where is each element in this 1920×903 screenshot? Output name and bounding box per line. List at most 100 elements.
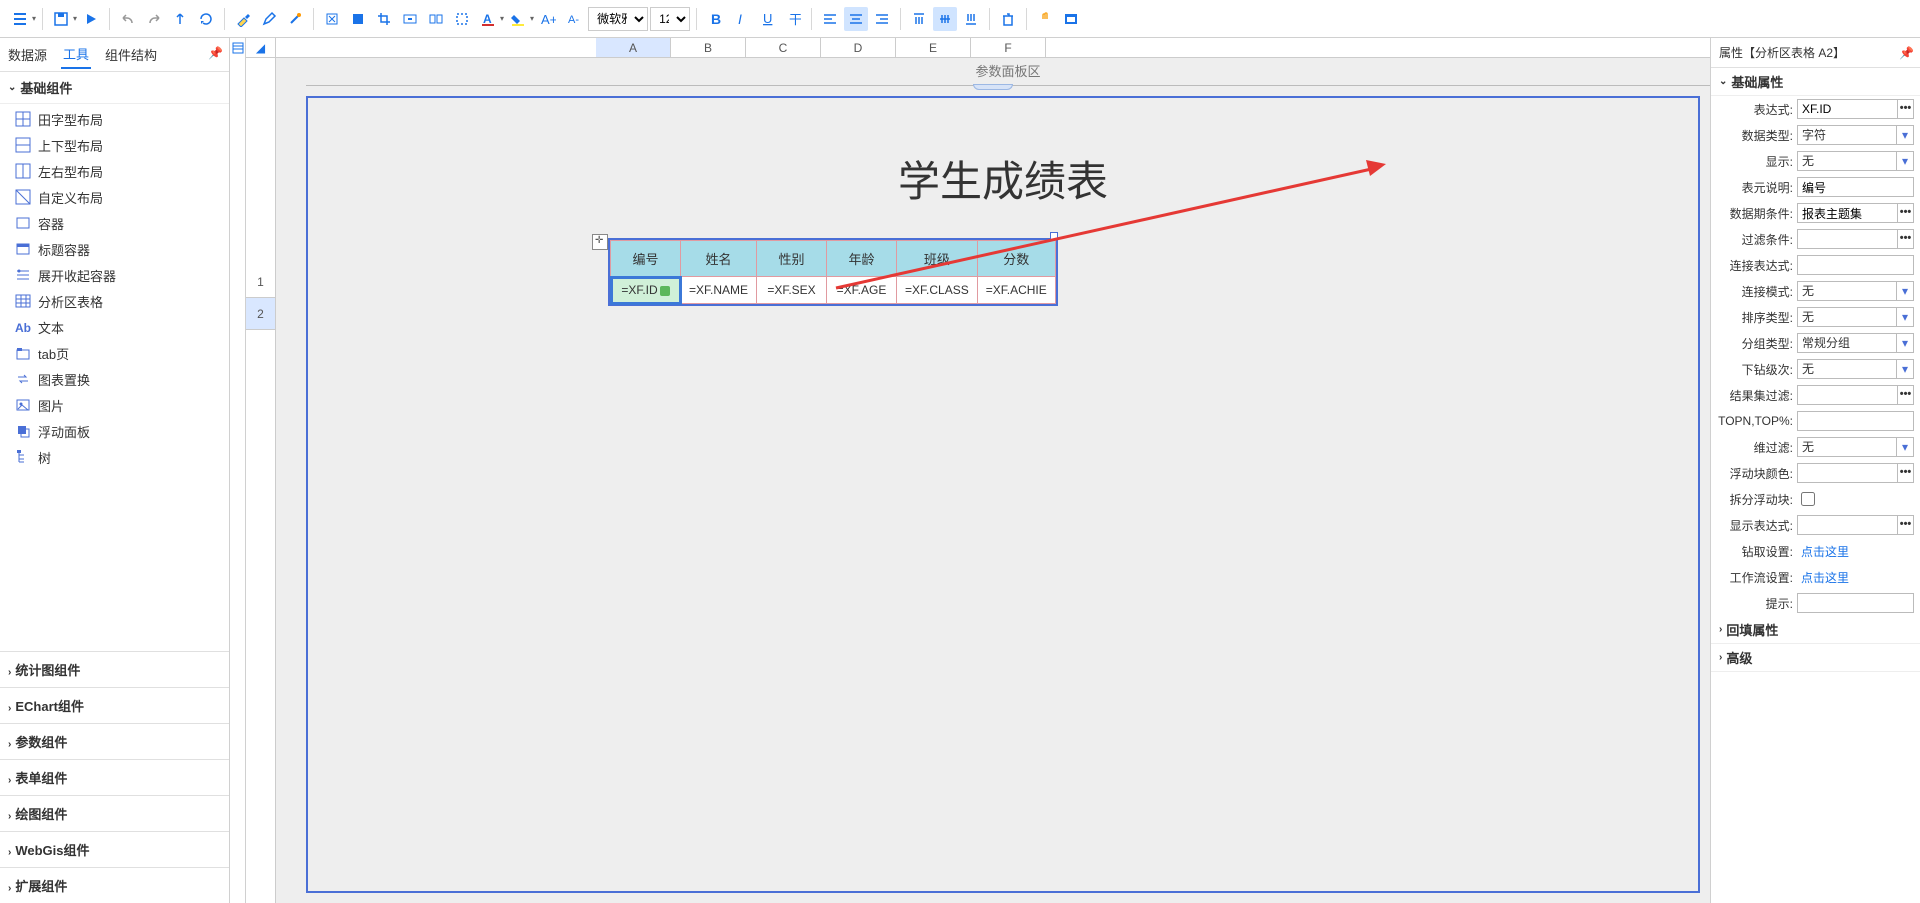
prop-select[interactable]: 无 [1797, 151, 1914, 171]
col-head-D[interactable]: D [821, 38, 896, 57]
prop-select[interactable]: 无 [1797, 307, 1914, 327]
pin-icon[interactable]: 📌 [208, 46, 223, 60]
merge-button[interactable] [398, 7, 422, 31]
prop-select[interactable]: 无 [1797, 359, 1914, 379]
prop-dots-button[interactable]: ••• [1898, 229, 1914, 249]
section-basic-components[interactable]: ⌄基础组件 [0, 72, 229, 104]
component-item-6[interactable]: 展开收起容器 [0, 262, 229, 288]
clear-format-button[interactable] [320, 7, 344, 31]
properties-pin-icon[interactable]: 📌 [1899, 46, 1914, 60]
component-item-2[interactable]: 左右型布局 [0, 158, 229, 184]
prop-select[interactable]: 常规分组 [1797, 333, 1914, 353]
prop-input[interactable] [1797, 593, 1914, 613]
collapsed-group-3[interactable]: ›表单组件 [0, 759, 229, 795]
col-head-F[interactable]: F [971, 38, 1046, 57]
component-item-13[interactable]: 树 [0, 444, 229, 470]
table-cell-1[interactable]: =XF.NAME [681, 277, 757, 304]
redo-button[interactable] [142, 7, 166, 31]
component-item-12[interactable]: 浮动面板 [0, 418, 229, 444]
col-head-A[interactable]: A [596, 38, 671, 57]
prop-input[interactable] [1797, 229, 1898, 249]
font-color-button[interactable]: A [476, 7, 500, 31]
italic-button[interactable]: I [729, 7, 753, 31]
param-panel-bar[interactable]: 参数面板区 [306, 58, 1710, 86]
table-header-4[interactable]: 班级 [897, 241, 978, 277]
collapsed-group-1[interactable]: ›EChart组件 [0, 687, 229, 723]
section-advanced-props[interactable]: ›高级 [1711, 644, 1920, 672]
window-button[interactable] [1059, 7, 1083, 31]
hand-button[interactable] [1033, 7, 1057, 31]
prop-dots-button[interactable]: ••• [1898, 463, 1914, 483]
table-header-3[interactable]: 年龄 [827, 241, 897, 277]
prop-link[interactable]: 点击这里 [1797, 569, 1849, 586]
component-item-5[interactable]: 标题容器 [0, 236, 229, 262]
split-button[interactable] [424, 7, 448, 31]
component-item-8[interactable]: Ab文本 [0, 314, 229, 340]
prop-dots-button[interactable]: ••• [1898, 515, 1914, 535]
prop-select[interactable]: 无 [1797, 281, 1914, 301]
prop-select[interactable]: 无 [1797, 437, 1914, 457]
wand-button[interactable] [283, 7, 307, 31]
table-cell-0[interactable]: =XF.ID [611, 277, 681, 304]
collapsed-group-4[interactable]: ›绘图组件 [0, 795, 229, 831]
prop-input[interactable] [1797, 411, 1914, 431]
design-canvas[interactable]: 学生成绩表 编号姓名性别年龄班级分数 =XF.ID=XF.NAME=XF.SEX… [306, 96, 1700, 893]
fill-button[interactable] [346, 7, 370, 31]
play-button[interactable] [79, 7, 103, 31]
align-left-button[interactable] [818, 7, 842, 31]
menu-button[interactable] [8, 7, 32, 31]
prop-input[interactable] [1797, 99, 1898, 119]
component-item-0[interactable]: 田字型布局 [0, 106, 229, 132]
undo-button[interactable] [116, 7, 140, 31]
prop-input[interactable] [1797, 203, 1898, 223]
component-item-1[interactable]: 上下型布局 [0, 132, 229, 158]
tab-tools[interactable]: 工具 [61, 40, 91, 69]
strike-button[interactable]: 干 [781, 7, 805, 31]
prop-input[interactable] [1797, 515, 1898, 535]
component-item-11[interactable]: 图片 [0, 392, 229, 418]
font-name-select[interactable]: 微软雅黑 [588, 7, 648, 31]
save-dropdown-icon[interactable]: ▾ [73, 14, 77, 23]
bg-color-button[interactable] [506, 7, 530, 31]
collapsed-group-6[interactable]: ›扩展组件 [0, 867, 229, 903]
prop-dots-button[interactable]: ••• [1898, 203, 1914, 223]
prop-link[interactable]: 点击这里 [1797, 543, 1849, 560]
table-header-1[interactable]: 姓名 [681, 241, 757, 277]
table-header-0[interactable]: 编号 [611, 241, 681, 277]
collapsed-group-5[interactable]: ›WebGis组件 [0, 831, 229, 867]
prop-select[interactable]: 字符 [1797, 125, 1914, 145]
prop-input[interactable] [1797, 255, 1914, 275]
crop-button[interactable] [372, 7, 396, 31]
align-right-button[interactable] [870, 7, 894, 31]
font-size-select[interactable]: 12 [650, 7, 690, 31]
valign-middle-button[interactable] [933, 7, 957, 31]
border-button[interactable] [450, 7, 474, 31]
row-head-2[interactable]: 2 [246, 298, 275, 330]
component-item-4[interactable]: 容器 [0, 210, 229, 236]
font-increase-button[interactable]: A+ [536, 7, 560, 31]
valign-top-button[interactable] [907, 7, 931, 31]
component-item-7[interactable]: 分析区表格 [0, 288, 229, 314]
prop-input[interactable] [1797, 385, 1898, 405]
table-header-5[interactable]: 分数 [977, 241, 1055, 277]
save-button[interactable] [49, 7, 73, 31]
export-button[interactable] [168, 7, 192, 31]
bold-button[interactable]: B [703, 7, 727, 31]
table-cell-2[interactable]: =XF.SEX [757, 277, 827, 304]
table-cell-5[interactable]: =XF.ACHIE [977, 277, 1055, 304]
edit-button[interactable] [257, 7, 281, 31]
select-all-corner[interactable]: ◢ [246, 38, 276, 57]
valign-bottom-button[interactable] [959, 7, 983, 31]
bg-color-dropdown-icon[interactable]: ▾ [530, 14, 534, 23]
prop-input[interactable] [1797, 463, 1898, 483]
section-fill-props[interactable]: ›回填属性 [1711, 616, 1920, 644]
prop-dots-button[interactable]: ••• [1898, 385, 1914, 405]
brush-button[interactable] [231, 7, 255, 31]
row-head-1[interactable]: 1 [246, 266, 275, 298]
report-title[interactable]: 学生成绩表 [308, 148, 1698, 209]
table-cell-4[interactable]: =XF.CLASS [897, 277, 978, 304]
table-cell-3[interactable]: =XF.AGE [827, 277, 897, 304]
collapsed-group-0[interactable]: ›统计图组件 [0, 651, 229, 687]
component-item-10[interactable]: 图表置换 [0, 366, 229, 392]
tab-structure[interactable]: 组件结构 [103, 41, 159, 68]
